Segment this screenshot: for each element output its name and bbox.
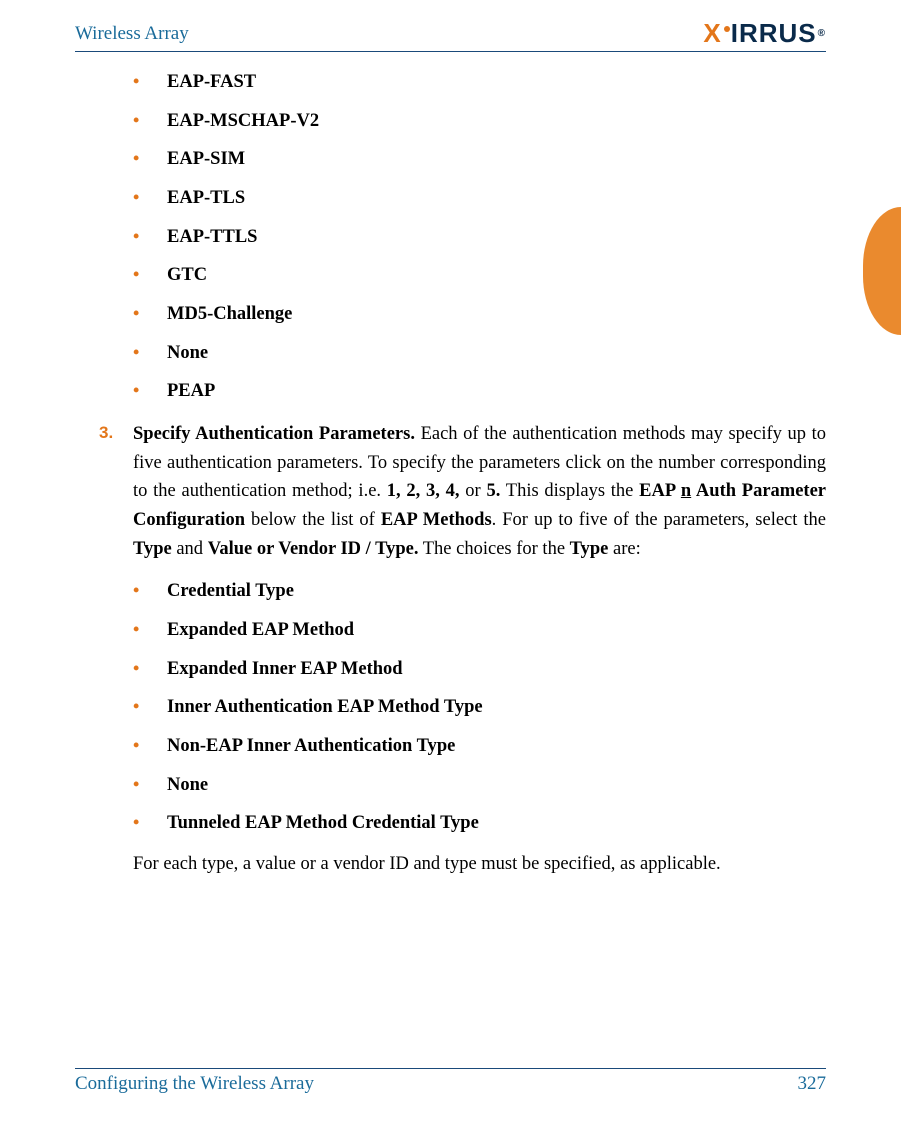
step-or: or xyxy=(460,481,487,501)
step-numbers: 1, 2, 3, 4, xyxy=(387,481,460,501)
type-label: Expanded Inner EAP Method xyxy=(167,655,403,684)
list-item: • Expanded Inner EAP Method xyxy=(133,655,826,684)
list-item: • Expanded EAP Method xyxy=(133,616,826,645)
list-item: • EAP-SIM xyxy=(133,145,826,174)
method-label: EAP-SIM xyxy=(167,145,245,174)
side-tab xyxy=(863,207,901,335)
step-3: 3. Specify Authentication Parameters. Ea… xyxy=(133,420,826,563)
bullet-icon: • xyxy=(133,145,167,173)
eap-n-underline: n xyxy=(681,481,691,501)
page-footer: Configuring the Wireless Array 327 xyxy=(75,1068,826,1095)
list-item: • MD5-Challenge xyxy=(133,300,826,329)
list-item: • EAP-TLS xyxy=(133,184,826,213)
step-lead: Specify Authentication Parameters. xyxy=(133,424,415,444)
step-body: This displays the xyxy=(500,481,639,501)
step-five: 5. xyxy=(486,481,500,501)
list-item: • None xyxy=(133,339,826,368)
list-item: • EAP-MSCHAP-V2 xyxy=(133,107,826,136)
bullet-icon: • xyxy=(133,577,167,605)
logo-dot-icon xyxy=(724,26,730,32)
type-label: Non-EAP Inner Authentication Type xyxy=(167,732,455,761)
method-label: EAP-FAST xyxy=(167,68,256,97)
eap-method-list: • EAP-FAST • EAP-MSCHAP-V2 • EAP-SIM • E… xyxy=(133,68,826,406)
bullet-icon: • xyxy=(133,339,167,367)
list-item: • PEAP xyxy=(133,377,826,406)
bullet-icon: • xyxy=(133,771,167,799)
bullet-icon: • xyxy=(133,809,167,837)
logo-registered-icon: ® xyxy=(818,28,826,39)
value-vendor: Value or Vendor ID / Type. xyxy=(208,539,419,559)
type-label: Tunneled EAP Method Credential Type xyxy=(167,809,479,838)
method-label: EAP-TTLS xyxy=(167,223,257,252)
list-item: • None xyxy=(133,771,826,800)
type-label: Expanded EAP Method xyxy=(167,616,354,645)
list-item: • Inner Authentication EAP Method Type xyxy=(133,693,826,722)
type-label: None xyxy=(167,771,208,800)
method-label: GTC xyxy=(167,261,207,290)
type-word: Type xyxy=(570,539,609,559)
method-label: PEAP xyxy=(167,377,215,406)
type-list: • Credential Type • Expanded EAP Method … xyxy=(133,577,826,838)
footer-page-number: 327 xyxy=(798,1073,827,1095)
logo-x-icon: X xyxy=(703,18,721,49)
step-body: are: xyxy=(608,539,640,559)
bullet-icon: • xyxy=(133,693,167,721)
list-item: • Tunneled EAP Method Credential Type xyxy=(133,809,826,838)
step-body: The choices for the xyxy=(418,539,569,559)
list-item: • GTC xyxy=(133,261,826,290)
step-and: and xyxy=(172,539,208,559)
method-label: EAP-TLS xyxy=(167,184,245,213)
method-label: None xyxy=(167,339,208,368)
type-word: Type xyxy=(133,539,172,559)
list-item: • Non-EAP Inner Authentication Type xyxy=(133,732,826,761)
method-label: EAP-MSCHAP-V2 xyxy=(167,107,319,136)
bullet-icon: • xyxy=(133,223,167,251)
list-item: • Credential Type xyxy=(133,577,826,606)
step-text: Specify Authentication Parameters. Each … xyxy=(133,420,826,563)
bullet-icon: • xyxy=(133,300,167,328)
eap-methods: EAP Methods xyxy=(381,510,492,530)
bullet-icon: • xyxy=(133,107,167,135)
logo-text: IRRUS xyxy=(731,18,817,49)
list-item: • EAP-FAST xyxy=(133,68,826,97)
bullet-icon: • xyxy=(133,655,167,683)
bullet-icon: • xyxy=(133,184,167,212)
bullet-icon: • xyxy=(133,68,167,96)
page-header: Wireless Array X IRRUS® xyxy=(75,18,826,52)
step-body: below the list of xyxy=(245,510,381,530)
step-number: 3. xyxy=(99,420,133,563)
header-title: Wireless Array xyxy=(75,23,189,45)
footer-section: Configuring the Wireless Array xyxy=(75,1073,314,1095)
step-body: . For up to five of the parameters, sele… xyxy=(492,510,826,530)
list-item: • EAP-TTLS xyxy=(133,223,826,252)
bullet-icon: • xyxy=(133,261,167,289)
type-label: Credential Type xyxy=(167,577,294,606)
method-label: MD5-Challenge xyxy=(167,300,292,329)
page-content: • EAP-FAST • EAP-MSCHAP-V2 • EAP-SIM • E… xyxy=(75,68,826,879)
type-label: Inner Authentication EAP Method Type xyxy=(167,693,483,722)
bullet-icon: • xyxy=(133,732,167,760)
bullet-icon: • xyxy=(133,616,167,644)
closing-text: For each type, a value or a vendor ID an… xyxy=(133,850,826,879)
bullet-icon: • xyxy=(133,377,167,405)
brand-logo: X IRRUS® xyxy=(703,18,826,49)
